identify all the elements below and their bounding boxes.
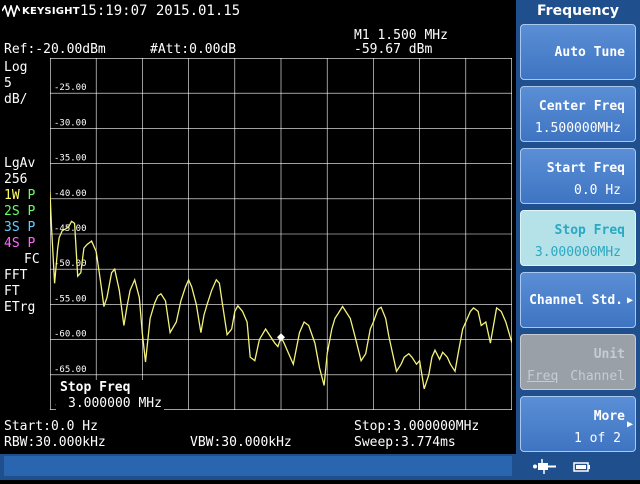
start-freq-button[interactable]: Start Freq 0.0 Hz xyxy=(520,148,636,204)
unit-label: Unit xyxy=(593,347,625,362)
trace2-name: 2S xyxy=(4,204,20,219)
fc-label: FC xyxy=(24,252,40,267)
softkey-menu-title: Frequency xyxy=(537,3,619,19)
trace3-name: 3S xyxy=(4,220,20,235)
top-bar: KEYSIGHT 15:19:07 2015.01.15 xyxy=(0,0,516,22)
sweep-readout: Sweep:3.774ms xyxy=(354,435,456,450)
keysight-logo: KEYSIGHT xyxy=(2,3,80,19)
plot-grid xyxy=(50,58,512,410)
active-function-box: Stop Freq 3.000000 MHz xyxy=(56,380,164,412)
center-freq-value: 1.500000MHz xyxy=(534,121,621,136)
center-freq-button[interactable]: Center Freq 1.500000MHz xyxy=(520,86,636,142)
more-button[interactable]: More 1 of 2 ▶ xyxy=(520,396,636,452)
trace1-label: 1W P xyxy=(4,188,35,204)
stop-freq-label: Stop Freq xyxy=(554,223,625,238)
battery-icon xyxy=(573,462,590,472)
trace1-name: 1W xyxy=(4,188,20,203)
datetime: 15:19:07 2015.01.15 xyxy=(80,3,241,19)
attenuation: #Att:0.00dB xyxy=(150,42,237,57)
marker-label: M1 1.500 MHz xyxy=(354,28,448,43)
softkey-panel: Frequency Auto Tune Center Freq 1.500000… xyxy=(516,0,640,480)
usb-icon xyxy=(533,459,556,474)
vbw-readout: VBW:30.000kHz xyxy=(190,435,292,450)
auto-tune-button[interactable]: Auto Tune xyxy=(520,24,636,80)
more-page: 1 of 2 xyxy=(574,431,621,446)
start-freq-value: 0.0 Hz xyxy=(574,183,621,198)
y-tick-label: -30.00 xyxy=(54,118,87,128)
stop-freq-button[interactable]: Stop Freq 3.000000MHz xyxy=(520,210,636,266)
unit-channel-option: Channel xyxy=(570,369,625,384)
trace3-flag: P xyxy=(27,220,36,235)
active-function-value: 3.000000 MHz xyxy=(68,396,162,411)
marker-value: -59.67 dBm xyxy=(354,42,433,57)
trace2-label: 2S P xyxy=(4,204,35,220)
trace4-label: 4S P xyxy=(4,236,35,252)
brand-name: KEYSIGHT xyxy=(22,5,80,17)
spectrum-plot[interactable]: -25.00-30.00-35.00-40.00-45.00-50.00-55.… xyxy=(50,58,512,410)
start-freq-readout: Start:0.0 Hz xyxy=(4,419,98,434)
y-tick-label: -55.00 xyxy=(54,294,87,304)
active-function-title: Stop Freq xyxy=(60,380,131,395)
rbw-readout: RBW:30.000kHz xyxy=(4,435,106,450)
y-tick-label: -65.00 xyxy=(54,365,87,375)
more-label: More xyxy=(593,409,625,424)
ft-label: FT xyxy=(4,284,20,299)
ref-level: Ref:-20.00dBm xyxy=(4,42,106,57)
stop-freq-readout: Stop:3.000000MHz xyxy=(354,419,480,434)
scale-unit: dB/ xyxy=(4,92,28,107)
y-tick-labels: -25.00-30.00-35.00-40.00-45.00-50.00-55.… xyxy=(54,83,87,410)
y-tick-label: -60.00 xyxy=(54,330,87,340)
trace3-label: 3S P xyxy=(4,220,35,236)
trace2-flag: P xyxy=(27,204,36,219)
scale-type: Log xyxy=(4,60,28,75)
status-icons xyxy=(516,454,640,480)
status-message-area xyxy=(4,456,512,476)
trace1-flag: P xyxy=(27,188,36,203)
marker-m1 xyxy=(277,333,285,342)
status-bar xyxy=(0,454,516,480)
channel-std-label: Channel Std. xyxy=(529,293,623,308)
submenu-arrow-icon: ▶ xyxy=(626,295,633,306)
trace4-flag: P xyxy=(27,236,36,251)
y-tick-label: -25.00 xyxy=(54,83,87,93)
start-freq-label: Start Freq xyxy=(546,161,625,176)
stop-freq-value: 3.000000MHz xyxy=(534,245,621,260)
y-tick-label: -40.00 xyxy=(54,189,87,199)
fft-label: FFT xyxy=(4,268,28,283)
avg-type: LgAv xyxy=(4,156,36,171)
keysight-wave-icon xyxy=(2,5,20,17)
auto-tune-label: Auto Tune xyxy=(554,45,625,60)
channel-std-button[interactable]: Channel Std. ▶ xyxy=(520,272,636,328)
marker-diamond-icon xyxy=(277,333,285,342)
etrg-label: ETrg xyxy=(4,300,36,315)
center-freq-label: Center Freq xyxy=(538,99,625,114)
y-tick-label: -35.00 xyxy=(54,154,87,164)
more-arrow-icon: ▶ xyxy=(626,419,633,430)
trace4-name: 4S xyxy=(4,236,20,251)
y-tick-label: -45.00 xyxy=(54,224,87,234)
scale-value: 5 xyxy=(4,76,12,91)
unit-button[interactable]: Unit Freq Channel xyxy=(520,334,636,390)
unit-freq-option: Freq xyxy=(527,369,559,384)
status-icon-set xyxy=(533,459,590,474)
avg-count: 256 xyxy=(4,172,28,187)
